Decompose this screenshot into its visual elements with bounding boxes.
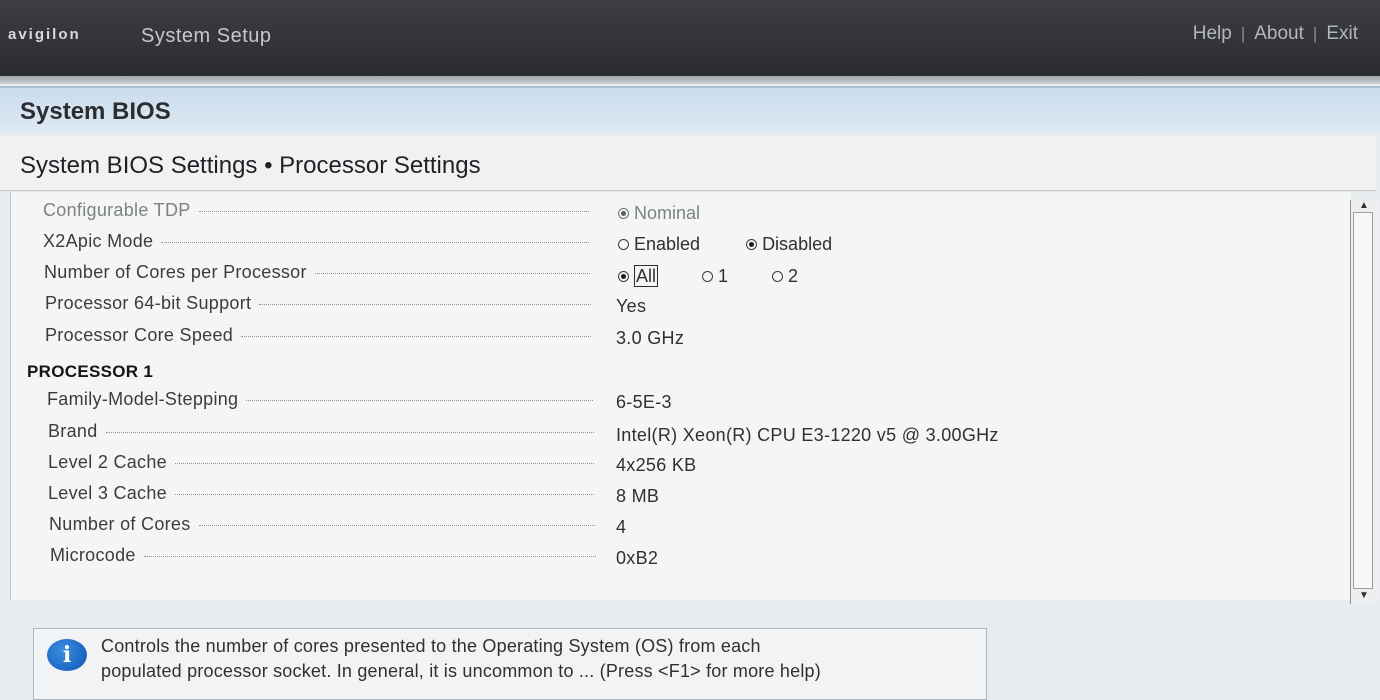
leader-dots bbox=[259, 303, 591, 305]
setting-label: Brand bbox=[48, 421, 98, 441]
setting-label: Family-Model-Stepping bbox=[47, 389, 239, 409]
leader-dots bbox=[246, 399, 593, 401]
about-link[interactable]: About bbox=[1254, 23, 1304, 45]
radio-option-2[interactable]: 2 bbox=[772, 266, 798, 287]
exit-link[interactable]: Exit bbox=[1326, 23, 1358, 45]
scroll-down-icon[interactable]: ▼ bbox=[1350, 590, 1378, 602]
help-text: Controls the number of cores presented t… bbox=[101, 634, 821, 684]
setting-row-number-of-cores: Number of Cores 4 bbox=[11, 514, 1341, 542]
help-line-1: Controls the number of cores presented t… bbox=[101, 636, 761, 656]
setting-row-configurable-tdp: Configurable TDP Nominal bbox=[11, 200, 1341, 228]
leader-dots bbox=[198, 210, 589, 212]
leader-dots bbox=[105, 431, 594, 433]
radio-option-nominal: Nominal bbox=[618, 203, 700, 224]
radio-label[interactable]: Disabled bbox=[762, 234, 832, 255]
radio-option-all[interactable]: All bbox=[618, 265, 659, 287]
header-divider bbox=[0, 76, 1380, 84]
setting-value: Yes bbox=[616, 296, 647, 316]
link-separator: | bbox=[1240, 24, 1246, 43]
setting-row-core-speed: Processor Core Speed 3.0 GHz bbox=[11, 325, 1341, 353]
setting-row-l3-cache: Level 3 Cache 8 MB bbox=[11, 483, 1341, 511]
leader-dots bbox=[143, 555, 596, 557]
scroll-thumb[interactable] bbox=[1353, 212, 1373, 589]
radio-label: Nominal bbox=[634, 203, 701, 223]
setting-row-microcode: Microcode 0xB2 bbox=[11, 545, 1341, 573]
setting-value: 3.0 GHz bbox=[616, 328, 685, 348]
leader-dots bbox=[161, 241, 589, 243]
radio-option-1[interactable]: 1 bbox=[702, 266, 728, 287]
setting-row-cores-per-processor: Number of Cores per Processor All 1 2 bbox=[11, 262, 1341, 290]
radio-selected-icon[interactable] bbox=[618, 270, 629, 282]
setting-label: Microcode bbox=[50, 545, 136, 565]
setting-value: 0xB2 bbox=[616, 548, 659, 568]
help-box: i Controls the number of cores presented… bbox=[33, 628, 987, 700]
setting-value: 8 MB bbox=[616, 486, 660, 506]
info-icon: i bbox=[47, 639, 87, 671]
radio-label[interactable]: 2 bbox=[788, 266, 798, 287]
radio-unselected-icon[interactable] bbox=[772, 270, 784, 282]
leader-dots bbox=[174, 493, 594, 495]
setting-row-x2apic: X2Apic Mode Enabled Disabled bbox=[11, 231, 1341, 259]
setting-value: Intel(R) Xeon(R) CPU E3-1220 v5 @ 3.00GH… bbox=[616, 425, 999, 445]
top-bar: avigilon System Setup Help | About | Exi… bbox=[0, 0, 1380, 76]
help-link[interactable]: Help bbox=[1193, 23, 1232, 45]
cores-radio-group: All 1 2 bbox=[618, 265, 798, 287]
settings-scrollbar[interactable]: ▲ ▼ bbox=[1350, 200, 1380, 604]
setting-label: Processor 64-bit Support bbox=[45, 293, 252, 313]
settings-panel: Configurable TDP Nominal X2Apic Mode Ena… bbox=[10, 192, 1351, 600]
setting-value: 6-5E-3 bbox=[616, 392, 672, 412]
page-title: System BIOS bbox=[20, 98, 171, 125]
setting-label: Level 2 Cache bbox=[48, 452, 167, 472]
tdp-radio-group: Nominal bbox=[618, 203, 700, 224]
setting-label: Number of Cores per Processor bbox=[44, 262, 307, 282]
app-title: System Setup bbox=[141, 25, 272, 47]
setting-row-family-model-stepping: Family-Model-Stepping 6-5E-3 bbox=[11, 389, 1341, 417]
leader-dots bbox=[241, 335, 591, 337]
setting-row-brand: Brand Intel(R) Xeon(R) CPU E3-1220 v5 @ … bbox=[11, 421, 1341, 449]
setting-label: Number of Cores bbox=[49, 514, 191, 534]
leader-dots bbox=[174, 462, 594, 464]
setting-label: Processor Core Speed bbox=[45, 325, 234, 345]
radio-unselected-icon[interactable] bbox=[618, 239, 629, 250]
leader-dots bbox=[198, 524, 595, 526]
radio-label-focused[interactable]: All bbox=[634, 265, 659, 287]
help-line-2: populated processor socket. In general, … bbox=[101, 661, 821, 681]
setting-label: Level 3 Cache bbox=[48, 483, 167, 503]
vendor-logo: avigilon bbox=[8, 26, 81, 43]
radio-selected-icon[interactable] bbox=[746, 239, 758, 250]
page-header: System BIOS bbox=[0, 86, 1380, 134]
radio-label[interactable]: 1 bbox=[718, 266, 728, 287]
setting-label: Configurable TDP bbox=[43, 200, 191, 220]
radio-option-enabled[interactable]: Enabled bbox=[618, 234, 700, 255]
radio-option-disabled[interactable]: Disabled bbox=[746, 234, 832, 255]
setting-row-l2-cache: Level 2 Cache 4x256 KB bbox=[11, 452, 1341, 480]
top-links: Help | About | Exit bbox=[1193, 23, 1358, 45]
radio-unselected-icon[interactable] bbox=[702, 270, 714, 282]
section-title: System BIOS Settings • Processor Setting… bbox=[20, 152, 481, 179]
setting-value: 4 bbox=[616, 517, 627, 537]
radio-selected-icon bbox=[618, 208, 629, 219]
leader-dots bbox=[314, 272, 590, 274]
setting-label: X2Apic Mode bbox=[43, 231, 154, 251]
radio-label[interactable]: Enabled bbox=[634, 234, 700, 255]
link-separator: | bbox=[1312, 24, 1318, 43]
processor-1-header: PROCESSOR 1 bbox=[27, 362, 154, 381]
section-header: System BIOS Settings • Processor Setting… bbox=[0, 136, 1376, 191]
setting-value: 4x256 KB bbox=[616, 455, 697, 475]
x2apic-radio-group: Enabled Disabled bbox=[618, 234, 832, 255]
scroll-up-icon[interactable]: ▲ bbox=[1350, 200, 1378, 212]
setting-row-64bit-support: Processor 64-bit Support Yes bbox=[11, 293, 1341, 321]
